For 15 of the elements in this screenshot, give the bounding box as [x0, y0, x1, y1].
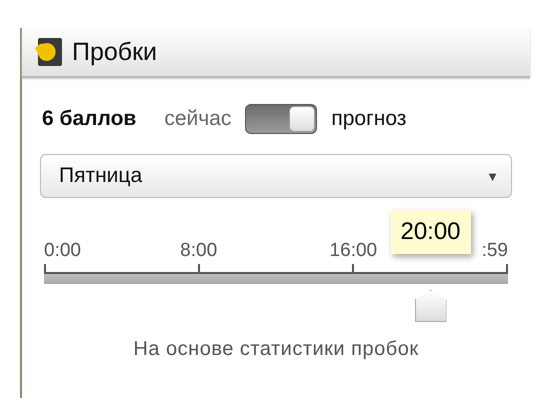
slider-thumb[interactable] [414, 290, 446, 322]
time-label: 0:00 [44, 240, 81, 262]
day-dropdown[interactable]: Пятница ▼ [40, 154, 512, 198]
time-label: 16:00 [330, 240, 378, 262]
time-label: :59 [482, 240, 508, 262]
panel-title: Пробки [72, 38, 157, 66]
mode-toggle[interactable] [245, 104, 318, 134]
footnote: На основе статистики пробок [132, 338, 420, 361]
traffic-score: 6 баллов [42, 107, 136, 131]
time-label: 8:00 [180, 240, 218, 262]
time-tooltip: 20:00 [390, 210, 471, 254]
forecast-label: прогноз [331, 107, 406, 131]
traffic-light-icon [34, 38, 62, 66]
now-label: сейчас [164, 107, 232, 131]
time-slider-track[interactable] [44, 272, 508, 284]
